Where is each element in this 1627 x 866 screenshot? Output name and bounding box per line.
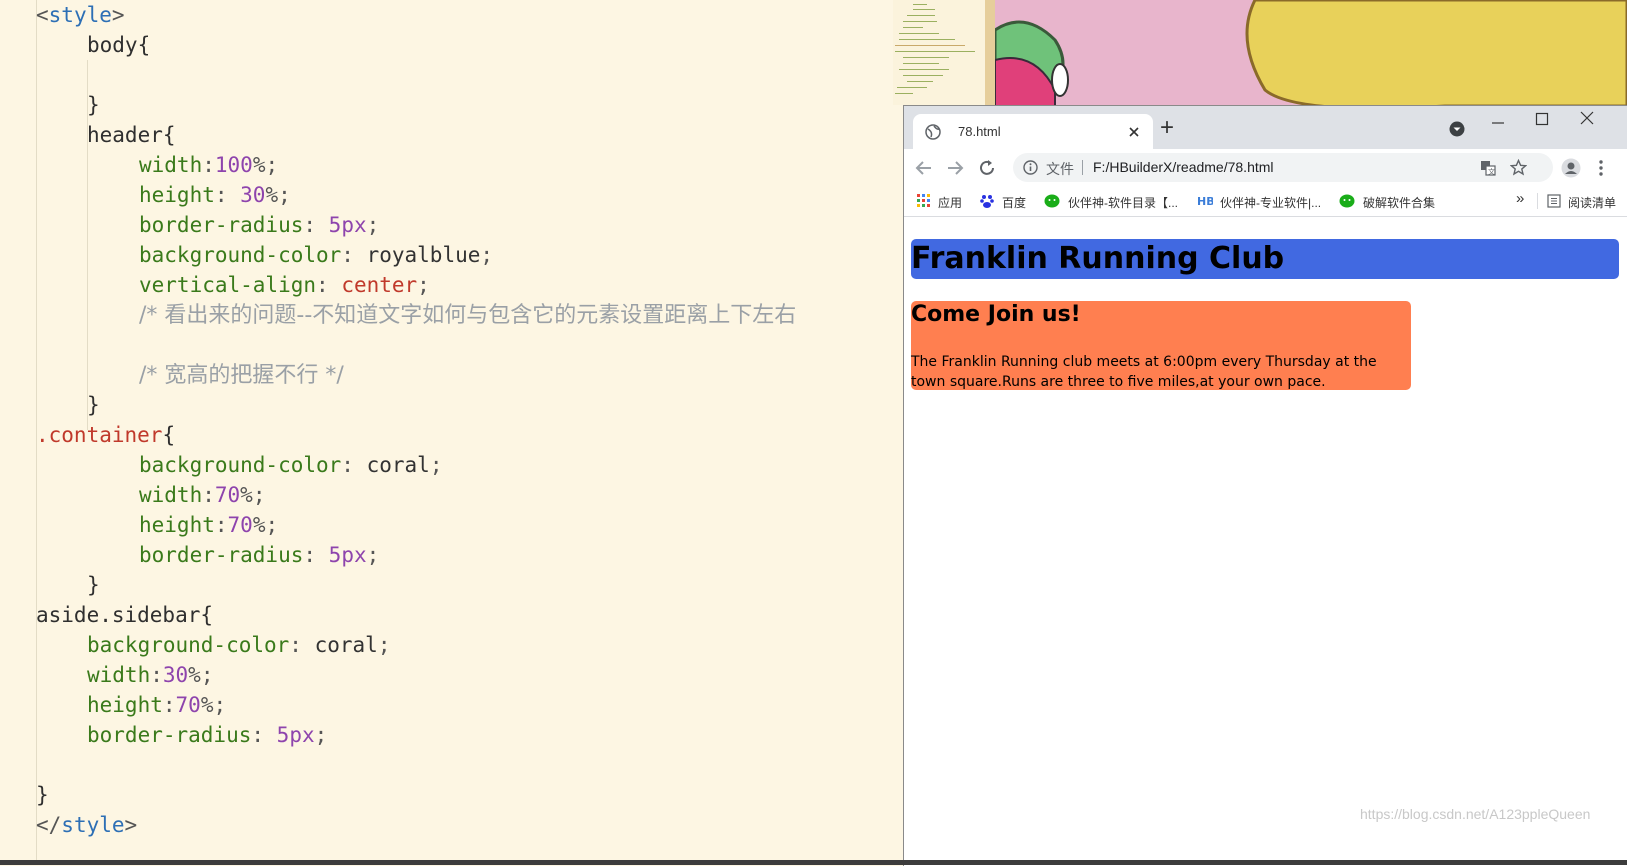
- code-comment: /* 看出来的问题--不知道文字如何与包含它的元素设置距离上下左右: [139, 303, 797, 328]
- code-editor[interactable]: <style> body{ } header{ width:100%; heig…: [0, 0, 905, 865]
- code-line-4: }: [87, 93, 100, 117]
- editor-border: [985, 0, 995, 106]
- code-line-17: width:70%;: [139, 483, 266, 507]
- code-line-15: .container{: [36, 423, 176, 447]
- info-icon[interactable]: [1023, 160, 1038, 175]
- hb-icon: HB: [1197, 195, 1213, 206]
- bookmarks-bar: 应用 百度 伙伴神-软件目录【... HB 伙伴神-专业软件|... 破解软件合…: [904, 186, 1627, 217]
- minimize-icon[interactable]: [1491, 116, 1505, 130]
- taskbar-strip: [0, 860, 1627, 865]
- url-scheme-label: 文件: [1046, 161, 1074, 177]
- code-line-27: }: [36, 783, 49, 807]
- maximize-icon[interactable]: [1535, 112, 1549, 126]
- new-tab-button[interactable]: +: [1160, 114, 1174, 142]
- wallpaper-illustration: [995, 0, 1627, 106]
- page-content: Franklin Running Club Come Join us! The …: [904, 217, 1627, 866]
- globe-icon: [925, 124, 941, 140]
- code-line-22: background-color: coral;: [87, 633, 391, 657]
- code-line-2: body{: [87, 33, 151, 57]
- reload-icon[interactable]: [978, 159, 996, 177]
- bookmark-item[interactable]: 伙伴神-专业软件|...: [1220, 194, 1321, 211]
- editor-minimap[interactable]: [893, 0, 985, 105]
- wechat-icon: [1339, 194, 1355, 208]
- code-line-19: border-radius: 5px;: [139, 543, 380, 567]
- apps-icon: [917, 194, 930, 207]
- join-container: Come Join us! The Franklin Running club …: [911, 301, 1411, 390]
- tab-title: 78.html: [958, 124, 1001, 139]
- code-line-25: border-radius: 5px;: [87, 723, 328, 747]
- url-text[interactable]: F:/HBuilderX/readme/78.html: [1093, 159, 1274, 175]
- code-line-24: height:70%;: [87, 693, 227, 717]
- code-line-16: background-color: coral;: [139, 453, 443, 477]
- container-heading: Come Join us!: [911, 302, 1081, 327]
- baidu-icon: [980, 195, 994, 208]
- forward-icon[interactable]: [946, 159, 964, 177]
- code-line-8: border-radius: 5px;: [139, 213, 380, 237]
- menu-icon[interactable]: [1598, 159, 1604, 177]
- code-line-18: height:70%;: [139, 513, 279, 537]
- desktop-wallpaper: [995, 0, 1627, 106]
- wechat-icon: [1044, 194, 1060, 208]
- tab-strip: 78.html +: [904, 106, 1627, 149]
- code-line-21: aside.sidebar{: [36, 603, 214, 627]
- page-heading: Franklin Running Club: [911, 241, 1285, 276]
- code-line-10: vertical-align: center;: [139, 273, 430, 297]
- bookmark-divider: [1537, 193, 1538, 209]
- page-header: Franklin Running Club: [911, 239, 1619, 279]
- back-icon[interactable]: [915, 159, 933, 177]
- code-line-28: </style>: [36, 813, 138, 837]
- code-line-5: header{: [87, 123, 176, 147]
- tab-active[interactable]: 78.html: [913, 114, 1153, 149]
- profile-icon[interactable]: [1561, 158, 1581, 178]
- code-line-1: <style>: [36, 3, 125, 27]
- window-close-icon[interactable]: [1580, 111, 1594, 125]
- close-icon[interactable]: [1128, 126, 1140, 138]
- bookmark-item[interactable]: 破解软件合集: [1363, 194, 1435, 211]
- reading-list-icon: [1547, 194, 1561, 208]
- browser-toolbar: 文件 F:/HBuilderX/readme/78.html 文: [904, 149, 1627, 186]
- container-paragraph: The Franklin Running club meets at 6:00p…: [911, 354, 1377, 390]
- code-line-6: width:100%;: [139, 153, 279, 177]
- code-line-7: height: 30%;: [139, 183, 291, 207]
- browser-window: 78.html + 文件 F:/HBuilderX/readme/78.html…: [903, 105, 1627, 866]
- reading-list-button[interactable]: 阅读清单: [1568, 194, 1616, 211]
- code-comment: /* 宽高的把握不行 */: [139, 363, 344, 388]
- chevron-down-icon[interactable]: [1449, 121, 1465, 137]
- watermark-text: https://blog.csdn.net/A123ppleQueen: [1360, 806, 1591, 822]
- bookmark-baidu[interactable]: 百度: [1002, 194, 1026, 211]
- bookmark-apps[interactable]: 应用: [938, 194, 962, 211]
- code-line-20: }: [87, 573, 100, 597]
- svg-text:文: 文: [1488, 167, 1495, 176]
- star-icon[interactable]: [1510, 159, 1527, 176]
- code-line-9: background-color: royalblue;: [139, 243, 494, 267]
- svg-text:HB: HB: [1197, 195, 1213, 206]
- address-bar[interactable]: 文件 F:/HBuilderX/readme/78.html 文: [1013, 153, 1553, 182]
- code-line-23: width:30%;: [87, 663, 214, 687]
- translate-icon[interactable]: 文: [1480, 160, 1496, 176]
- code-line-14: }: [87, 393, 100, 417]
- url-divider: [1082, 160, 1083, 175]
- bookmark-item[interactable]: 伙伴神-软件目录【...: [1068, 194, 1178, 211]
- bookmarks-overflow-button[interactable]: »: [1516, 190, 1524, 207]
